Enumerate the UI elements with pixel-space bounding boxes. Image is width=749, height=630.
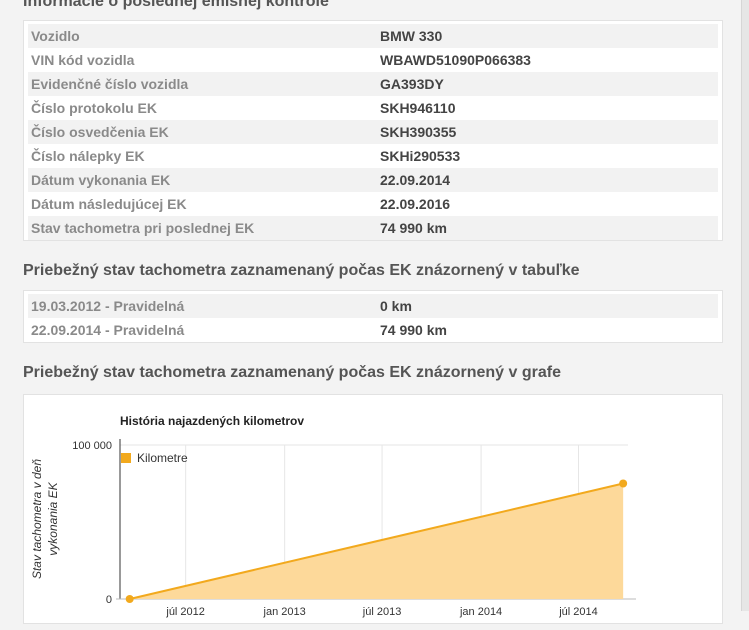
emission-info-row: Číslo protokolu EK SKH946110 (28, 96, 718, 120)
emission-info-panel: Vozidlo BMW 330 VIN kód vozidla WBAWD51090P… (23, 20, 723, 241)
emission-section-title: Informácie o poslednej emisnej kontrole (23, 0, 329, 10)
emission-info-row-label: Vozidlo (31, 28, 80, 44)
emission-info-row-label: Číslo nálepky EK (31, 148, 145, 164)
page: Informácie o poslednej emisnej kontrole … (0, 0, 742, 624)
chart-x-tick-label: jan 2014 (459, 606, 502, 618)
emission-info-row-value: SKHi290533 (380, 148, 461, 164)
emission-info-row: Evidenčné číslo vozidla GA393DY (28, 72, 718, 96)
odometer-table-title: Priebežný stav tachometra zaznamenaný po… (23, 262, 580, 279)
emission-info-row: Dátum vykonania EK 22.09.2014 (28, 168, 718, 192)
emission-info-row-label: Číslo osvedčenia EK (31, 124, 169, 140)
odometer-table-row-value: 0 km (380, 298, 412, 314)
chart-x-tick-label: júl 2012 (165, 606, 205, 618)
emission-info-row-value: SKH390355 (380, 124, 457, 140)
emission-info-row: Stav tachometra pri poslednej EK 74 990 k… (28, 216, 718, 240)
legend-label-kilometre: Kilometre (137, 451, 188, 465)
odometer-table-row-label: 19.03.2012 - Pravidelná (31, 298, 185, 314)
emission-info-row-label: Číslo protokolu EK (31, 100, 157, 116)
emission-info-row-value: GA393DY (380, 76, 444, 92)
emission-info-row-value: SKH946110 (380, 100, 456, 116)
emission-info-row-value: 22.09.2016 (380, 196, 451, 212)
odometer-chart: História najazdených kilometrov júl 2012… (30, 414, 636, 618)
emission-info-row: Dátum následujúcej EK 22.09.2016 (28, 192, 718, 216)
emission-info-row: VIN kód vozidla WBAWD51090P066383 (28, 48, 718, 72)
emission-info-row-value: BMW 330 (380, 28, 443, 44)
chart-series (125, 479, 628, 603)
chart-y-tick-label: 0 (106, 594, 112, 606)
odometer-table-row-value: 74 990 km (380, 322, 447, 338)
odometer-table-row: 19.03.2012 - Pravidelná 0 km (28, 294, 718, 318)
emission-info-row-label: Evidenčné číslo vozidla (31, 76, 189, 92)
odometer-table-row: 22.09.2014 - Pravidelná 74 990 km (28, 318, 718, 342)
chart-title: História najazdených kilometrov (120, 414, 304, 428)
chart-y-tick-label: 100 000 (72, 440, 112, 452)
emission-info-row-label: Stav tachometra pri poslednej EK (31, 220, 255, 236)
page-scrollbar[interactable] (741, 0, 749, 611)
odometer-table-panel: 19.03.2012 - Pravidelná 0 km 22.09.2014 - … (23, 290, 723, 343)
odometer-chart-panel: História najazdených kilometrov júl 2012… (23, 394, 723, 624)
odometer-table-row-label: 22.09.2014 - Pravidelná (31, 322, 185, 338)
chart-ylabel-line1: Stav tachometra v deň (30, 459, 44, 579)
emission-info-row-label: VIN kód vozidla (31, 52, 135, 68)
emission-info-row: Číslo nálepky EK SKHi290533 (28, 144, 718, 168)
emission-info-row-value: WBAWD51090P066383 (380, 52, 531, 68)
chart-ylabel-line2: vykonania EK (46, 481, 60, 555)
chart-data-point (619, 479, 628, 488)
emission-info-row-value: 22.09.2014 (380, 172, 451, 188)
emission-info-row: Vozidlo BMW 330 (28, 24, 718, 48)
chart-x-tick-label: júl 2013 (362, 606, 402, 618)
chart-x-tick-label: júl 2014 (558, 606, 598, 618)
chart-data-point (125, 595, 134, 603)
emission-info-row-label: Dátum vykonania EK (31, 172, 171, 188)
emission-info-row-value: 74 990 km (380, 220, 447, 236)
emission-info-row: Číslo osvedčenia EK SKH390355 (28, 120, 718, 144)
emission-info-row-label: Dátum následujúcej EK (31, 196, 187, 212)
legend-swatch-kilometre (121, 453, 131, 463)
chart-x-tick-label: jan 2013 (263, 606, 306, 618)
chart-legend[interactable]: Kilometre (121, 451, 188, 465)
odometer-chart-title: Priebežný stav tachometra zaznamenaný po… (23, 364, 561, 381)
